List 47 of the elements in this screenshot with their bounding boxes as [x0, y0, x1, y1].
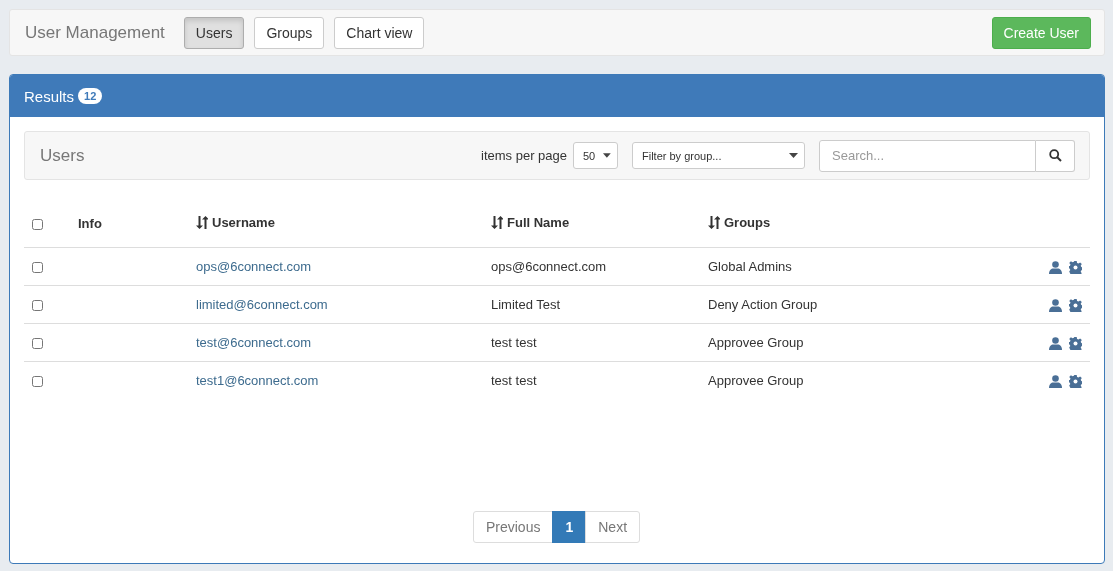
group-filter-select[interactable]: Filter by group... [632, 142, 805, 169]
search-button[interactable] [1036, 139, 1075, 172]
row-checkbox[interactable] [32, 338, 43, 350]
page-title: User Management [25, 22, 165, 43]
table-cell: Approvee Group [708, 373, 804, 388]
items-per-page-label: items per page [481, 148, 567, 163]
column-header[interactable]: Full Name [507, 214, 570, 230]
tab[interactable]: Groups [254, 16, 325, 49]
table-cell: Approvee Group [708, 335, 804, 350]
settings-icon[interactable] [1069, 337, 1082, 351]
user-icon[interactable] [1049, 375, 1062, 389]
column-header: Info [78, 215, 102, 231]
caret-icon [789, 153, 798, 158]
settings-icon[interactable] [1069, 299, 1082, 313]
settings-icon[interactable] [1069, 375, 1082, 389]
items-per-page-select[interactable]: 50 [573, 142, 618, 169]
next-button[interactable]: Next [585, 511, 641, 543]
table-cell: test test [491, 335, 537, 350]
username-link[interactable]: test1@6connect.com [196, 373, 319, 388]
settings-icon[interactable] [1069, 261, 1082, 275]
page-button[interactable]: 1 [552, 511, 587, 543]
row-checkbox[interactable] [32, 300, 43, 312]
tab[interactable]: Users [183, 16, 245, 49]
column-header[interactable]: Groups [724, 214, 771, 230]
search-icon [1048, 149, 1062, 162]
search-field[interactable]: Search... [819, 139, 1036, 172]
username-link[interactable]: ops@6connect.com [196, 259, 312, 274]
tab[interactable]: Chart view [334, 16, 425, 49]
row-checkbox[interactable] [32, 262, 43, 274]
table-cell: test test [491, 373, 537, 388]
column-header[interactable]: Username [212, 214, 275, 230]
user-icon[interactable] [1049, 261, 1062, 275]
table-cell: Global Admins [708, 259, 792, 274]
count-badge: 12 [78, 88, 103, 104]
table-cell: Limited Test [491, 297, 561, 312]
username-link[interactable]: test@6connect.com [196, 335, 312, 350]
section-title: Users [40, 145, 86, 166]
table-cell: ops@6connect.com [491, 259, 607, 274]
select-all-checkbox[interactable] [32, 218, 43, 230]
results-title: Results [24, 87, 75, 105]
user-icon[interactable] [1049, 299, 1062, 313]
row-checkbox[interactable] [32, 376, 43, 388]
table-cell: Deny Action Group [708, 297, 818, 312]
user-icon[interactable] [1049, 337, 1062, 351]
previous-button[interactable]: Previous [472, 511, 554, 543]
caret-icon [603, 153, 611, 158]
username-link[interactable]: limited@6connect.com [196, 297, 328, 312]
